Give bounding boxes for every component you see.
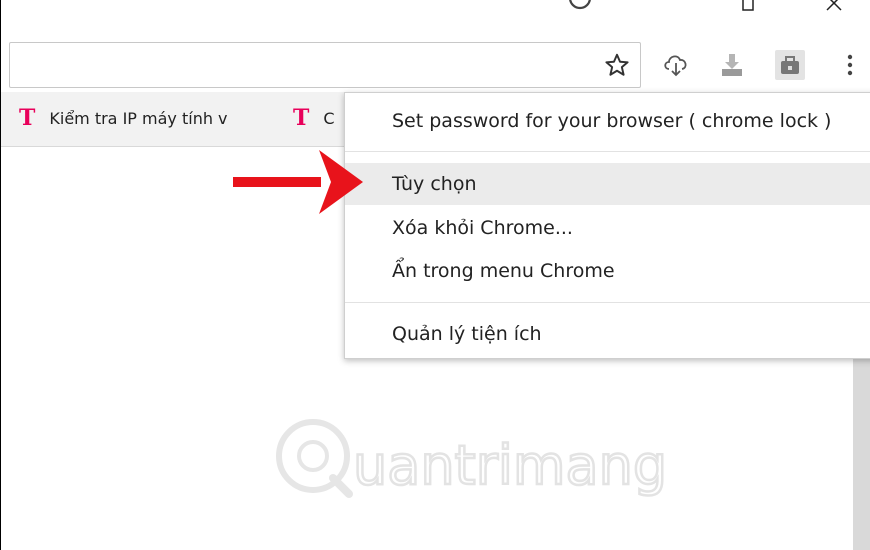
account-icon[interactable] bbox=[567, 0, 593, 12]
bookmark-label: Kiểm tra IP máy tính v bbox=[49, 108, 228, 128]
address-bar[interactable] bbox=[9, 42, 641, 88]
menu-item-manage-extensions[interactable]: Quản lý tiện ích bbox=[345, 313, 870, 355]
browser-window: T Kiểm tra IP máy tính v T C uantrimang … bbox=[0, 0, 870, 550]
menu-separator bbox=[345, 302, 870, 303]
menu-item-set-password[interactable]: Set password for your browser ( chrome l… bbox=[345, 100, 870, 142]
menu-item-hide-in-menu[interactable]: Ẩn trong menu Chrome bbox=[345, 250, 870, 292]
menu-item-label: Ẩn trong menu Chrome bbox=[392, 260, 615, 282]
bookmark-label: C bbox=[323, 108, 335, 128]
lock-extension-icon[interactable] bbox=[775, 50, 805, 80]
more-vert-icon[interactable] bbox=[835, 50, 865, 80]
download-icon[interactable] bbox=[717, 50, 747, 80]
bookmark-item[interactable]: T Kiểm tra IP máy tính v bbox=[19, 106, 271, 130]
extension-context-menu: Set password for your browser ( chrome l… bbox=[344, 92, 870, 359]
menu-item-remove-from-chrome[interactable]: Xóa khỏi Chrome... bbox=[345, 207, 870, 249]
menu-item-label: Set password for your browser ( chrome l… bbox=[392, 110, 832, 132]
bookmark-t-icon: T bbox=[293, 106, 310, 130]
star-icon[interactable] bbox=[604, 52, 630, 78]
watermark-logo: uantrimang bbox=[276, 419, 668, 498]
menu-item-label: Xóa khỏi Chrome... bbox=[392, 217, 573, 239]
bookmark-t-icon: T bbox=[19, 106, 36, 130]
menu-item-label: Quản lý tiện ích bbox=[392, 323, 542, 345]
toolbar bbox=[1, 40, 870, 92]
restore-icon[interactable] bbox=[739, 0, 761, 14]
menu-item-options[interactable]: Tùy chọn bbox=[345, 163, 870, 205]
red-arrow-annotation bbox=[233, 150, 363, 214]
close-icon[interactable] bbox=[825, 0, 847, 14]
menu-item-label: Tùy chọn bbox=[392, 173, 477, 195]
menu-separator bbox=[345, 151, 870, 152]
svg-text:uantrimang: uantrimang bbox=[353, 434, 667, 497]
title-bar bbox=[1, 0, 870, 40]
cloud-download-icon[interactable] bbox=[661, 50, 691, 80]
